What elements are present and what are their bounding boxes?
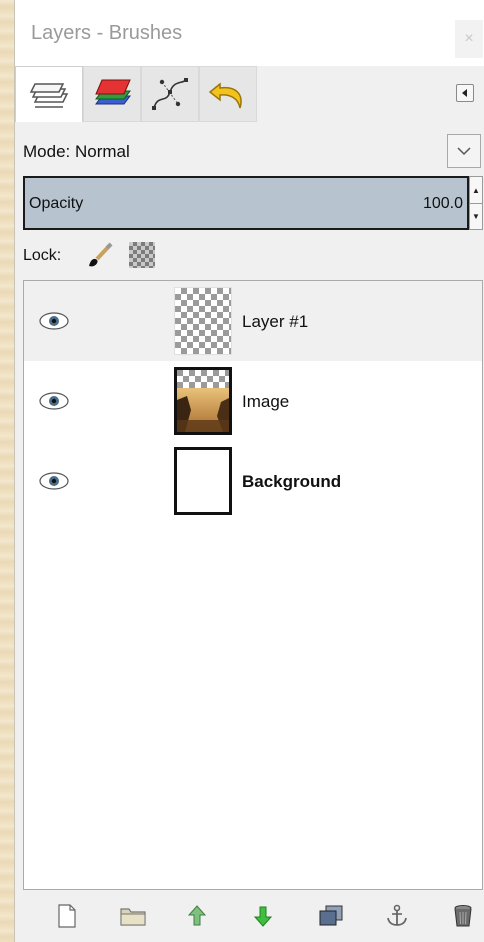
- opacity-decrement-button[interactable]: ▼: [470, 203, 482, 229]
- layer-thumbnail: [174, 447, 232, 515]
- lock-pixels-toggle[interactable]: [85, 240, 115, 270]
- anchor-icon: [387, 904, 407, 926]
- arrow-down-icon: ▼: [472, 211, 480, 221]
- mode-selector[interactable]: Mode: Normal: [15, 134, 484, 170]
- tab-menu-button[interactable]: [456, 84, 474, 102]
- eye-icon[interactable]: [38, 471, 70, 491]
- opacity-increment-button[interactable]: ▲: [470, 177, 482, 204]
- delete-layer-button[interactable]: [449, 902, 477, 930]
- tab-layers[interactable]: [15, 66, 83, 122]
- arrow-up-icon: ▲: [472, 185, 480, 195]
- parchment-background: [0, 0, 14, 942]
- opacity-label: Opacity: [29, 195, 84, 212]
- eye-icon[interactable]: [38, 311, 70, 331]
- layers-icon: [29, 82, 69, 108]
- opacity-value: 100.0: [422, 195, 463, 212]
- raise-layer-icon: [188, 905, 206, 926]
- chevron-down-icon: [457, 147, 471, 156]
- channels-icon: [95, 79, 131, 105]
- opacity-slider[interactable]: Opacity 100.0: [23, 176, 469, 230]
- tab-channels[interactable]: [83, 66, 141, 122]
- layers-dock-window: Layers - Brushes × Mode: Normal Opacity …: [14, 0, 484, 942]
- layer-actions-toolbar: [23, 894, 483, 938]
- layer-row-background[interactable]: Background: [24, 441, 482, 521]
- opacity-spinner: ▲ ▼: [469, 176, 483, 230]
- lock-label: Lock:: [23, 247, 62, 264]
- new-layer-icon: [58, 904, 76, 928]
- layer-name[interactable]: Layer #1: [242, 312, 308, 332]
- layer-name[interactable]: Background: [242, 472, 341, 492]
- lock-row: Lock:: [15, 238, 484, 274]
- undo-history-icon: [208, 82, 242, 109]
- layer-group-icon: [120, 908, 146, 926]
- anchor-layer-button[interactable]: [383, 902, 411, 930]
- new-layer-button[interactable]: [53, 902, 81, 930]
- layer-list[interactable]: Layer #1 Image Background: [23, 280, 483, 890]
- eye-icon[interactable]: [38, 391, 70, 411]
- tab-undo-history[interactable]: [199, 66, 257, 122]
- lower-layer-button[interactable]: [249, 902, 277, 930]
- layer-thumbnail: [174, 287, 232, 355]
- new-layer-group-button[interactable]: [119, 902, 147, 930]
- close-icon: ×: [464, 30, 474, 47]
- tab-paths[interactable]: [141, 66, 199, 122]
- layer-name[interactable]: Image: [242, 392, 289, 412]
- layer-thumbnail: [174, 367, 232, 435]
- mode-label: Mode: Normal: [23, 142, 130, 161]
- title-bar[interactable]: Layers - Brushes ×: [15, 0, 484, 66]
- lower-layer-icon: [254, 906, 272, 927]
- duplicate-layer-icon: [319, 905, 343, 926]
- paths-icon: [152, 78, 188, 110]
- layer-row-image[interactable]: Image: [24, 361, 482, 441]
- paintbrush-icon: [89, 242, 113, 267]
- mode-dropdown-button[interactable]: [447, 134, 481, 168]
- trash-icon: [454, 905, 472, 927]
- triangle-left-icon: [462, 89, 467, 97]
- close-button[interactable]: ×: [455, 20, 483, 58]
- lock-alpha-toggle[interactable]: [129, 242, 155, 268]
- photo-thumbnail-icon: [177, 370, 229, 432]
- raise-layer-button[interactable]: [183, 902, 211, 930]
- duplicate-layer-button[interactable]: [317, 902, 345, 930]
- layer-row-layer-1[interactable]: Layer #1: [24, 281, 482, 361]
- window-title: Layers - Brushes: [31, 22, 183, 44]
- dock-tabs: [15, 66, 484, 124]
